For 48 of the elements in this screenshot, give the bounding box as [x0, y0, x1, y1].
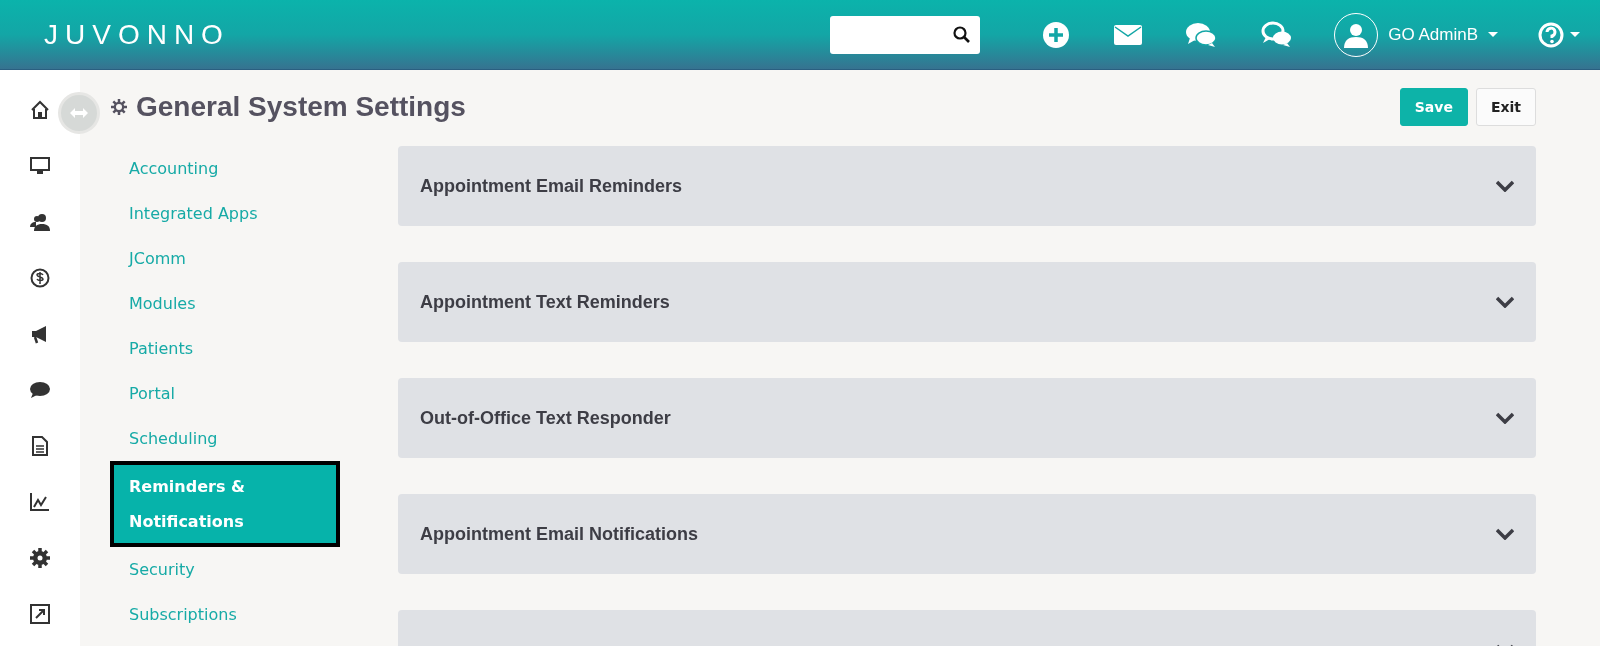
- sidebar-item[interactable]: Accounting: [110, 146, 340, 191]
- speech-bubble-icon[interactable]: [30, 380, 50, 400]
- accordion-panel[interactable]: Appointment Text Reminders: [398, 262, 1536, 342]
- sidebar-item[interactable]: Modules: [110, 281, 340, 326]
- plus-icon[interactable]: [1042, 20, 1071, 49]
- sidebar-item[interactable]: Subscriptions: [110, 592, 340, 637]
- sidebar-item[interactable]: JComm: [110, 236, 340, 281]
- panel-title: Appointment Email Notifications: [420, 523, 699, 545]
- accordion-panel[interactable]: Appointment Email Notifications: [398, 494, 1536, 574]
- panel-title: Out-of-Office Text Responder: [420, 407, 672, 429]
- sidebar-item[interactable]: Integrated Apps: [110, 191, 340, 236]
- help-icon[interactable]: [1538, 21, 1564, 48]
- search-icon[interactable]: [953, 26, 971, 43]
- person-icon: [1344, 21, 1369, 48]
- user-name[interactable]: GO AdminB: [1388, 24, 1478, 45]
- sidebar-toggle[interactable]: [58, 92, 100, 134]
- envelope-icon[interactable]: [1114, 22, 1143, 47]
- accordion-panel[interactable]: Out-of-Office Text Responder: [398, 378, 1536, 458]
- save-button[interactable]: Save: [1399, 88, 1468, 126]
- caret-icon[interactable]: [1570, 32, 1580, 37]
- page-title: General System Settings: [136, 91, 466, 123]
- panel-title: Appointment Email Reminders: [420, 175, 684, 197]
- chat-bubbles-icon[interactable]: [1186, 21, 1218, 48]
- document-icon[interactable]: [30, 436, 50, 456]
- home-icon[interactable]: [30, 100, 50, 120]
- gear-icon: [110, 98, 128, 116]
- sidebar-item[interactable]: Security: [110, 547, 340, 592]
- sidebar-item[interactable]: Reminders & Notifications: [110, 461, 340, 547]
- chevron-icon[interactable]: [1496, 412, 1514, 424]
- chat-outline-icon[interactable]: [1261, 21, 1293, 48]
- external-link-icon[interactable]: [30, 604, 50, 624]
- monitor-icon[interactable]: [30, 156, 50, 176]
- caret-icon[interactable]: [1488, 32, 1498, 37]
- people-icon[interactable]: [30, 212, 50, 232]
- panel-title: Appointment Text Reminders: [420, 291, 671, 313]
- dollar-icon[interactable]: [30, 268, 50, 288]
- chevron-icon[interactable]: [1496, 180, 1514, 192]
- line-chart-icon[interactable]: [30, 492, 50, 512]
- gear-icon[interactable]: [30, 548, 50, 568]
- logo: JUVONNO: [44, 18, 230, 51]
- chevron-icon[interactable]: [1496, 528, 1514, 540]
- sidebar-item[interactable]: Scheduling: [110, 416, 340, 461]
- exit-button[interactable]: Exit: [1475, 88, 1536, 126]
- sidebar-item[interactable]: Portal: [110, 371, 340, 416]
- accordion-panel[interactable]: Appointment Email Reminders: [398, 146, 1536, 226]
- search-field[interactable]: [830, 15, 981, 54]
- sidebar-item[interactable]: Patients: [110, 326, 340, 371]
- chevron-icon[interactable]: [1496, 296, 1514, 308]
